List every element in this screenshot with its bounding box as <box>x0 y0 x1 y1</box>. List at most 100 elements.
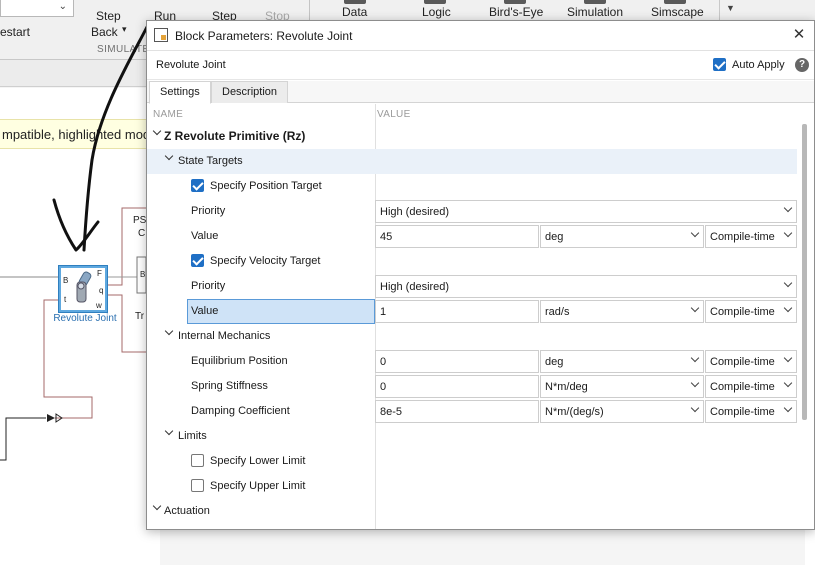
internal-mechanics-label: Internal Mechanics <box>178 330 271 342</box>
damping-unit-select[interactable]: N*m/(deg/s) <box>540 400 704 423</box>
specify-lower-limit-checkbox[interactable] <box>191 454 204 467</box>
close-icon[interactable]: ✕ <box>790 26 808 44</box>
velocity-priority-select[interactable]: High (desired) <box>375 275 797 298</box>
step-back-button[interactable]: Step <box>96 9 121 23</box>
specify-upper-limit-row: Specify Upper Limit <box>147 474 797 499</box>
chevron-down-icon[interactable] <box>151 126 163 139</box>
position-value-input[interactable]: 45 <box>375 225 539 248</box>
equilibrium-mode-value: Compile-time <box>710 356 775 368</box>
step-back-button-label[interactable]: Back <box>91 25 118 39</box>
help-icon[interactable]: ? <box>795 58 809 72</box>
app-simscape[interactable]: Simscape <box>651 5 704 19</box>
specify-velocity-target-label: Specify Velocity Target <box>210 255 321 267</box>
damping-coefficient-input[interactable]: 8e-5 <box>375 400 539 423</box>
app-logic[interactable]: Logic <box>422 5 451 19</box>
equilibrium-mode-select[interactable]: Compile-time <box>705 350 797 373</box>
equilibrium-position-row: Equilibrium Position 0 deg Compile-time <box>147 349 797 374</box>
dialog-title: Block Parameters: Revolute Joint <box>175 29 353 43</box>
app-birds-eye[interactable]: Bird's-Eye <box>489 5 543 19</box>
data-app-icon <box>344 0 366 4</box>
damping-coefficient-label: Damping Coefficient <box>191 405 290 417</box>
auto-apply-check-icon[interactable] <box>713 58 726 71</box>
ps-block-text: PS <box>133 215 147 226</box>
chevron-down-icon <box>783 230 793 240</box>
specify-position-target-checkbox[interactable] <box>191 179 204 192</box>
block-port-t: t <box>64 295 67 304</box>
ps-block-text-3: Tr <box>135 311 145 322</box>
velocity-priority-value: High (desired) <box>380 281 450 293</box>
section-z-revolute-primitive[interactable]: Z Revolute Primitive (Rz) <box>147 124 797 149</box>
position-mode-value: Compile-time <box>710 231 775 243</box>
tab-settings[interactable]: Settings <box>149 81 211 104</box>
velocity-priority-row: Priority High (desired) <box>147 274 797 299</box>
apps-more-button[interactable]: ▼ <box>719 0 741 20</box>
simulate-section-label: SIMULATE <box>97 44 150 55</box>
dialog-titlebar[interactable]: Block Parameters: Revolute Joint ✕ <box>147 21 814 51</box>
primitive-section-label: Z Revolute Primitive (Rz) <box>164 129 306 143</box>
equilibrium-unit-value: deg <box>545 356 564 368</box>
spring-mode-select[interactable]: Compile-time <box>705 375 797 398</box>
simscape-app-icon <box>664 0 686 4</box>
damping-mode-select[interactable]: Compile-time <box>705 400 797 423</box>
spring-unit-select[interactable]: N*m/deg <box>540 375 704 398</box>
app-simulation[interactable]: Simulation <box>567 5 623 19</box>
section-state-targets[interactable]: State Targets <box>147 149 797 174</box>
velocity-mode-value: Compile-time <box>710 306 775 318</box>
actuation-label: Actuation <box>164 505 210 517</box>
dialog-header: Revolute Joint Auto Apply ? <box>147 52 814 80</box>
section-actuation[interactable]: Actuation <box>147 499 797 524</box>
step-back-dropdown-icon[interactable]: ▾ <box>122 24 127 35</box>
chevron-down-icon <box>690 355 700 365</box>
specify-lower-limit-label: Specify Lower Limit <box>210 455 306 467</box>
model-canvas[interactable] <box>0 88 160 565</box>
chevron-down-icon <box>783 280 793 290</box>
column-header-name: NAME <box>153 109 184 120</box>
equilibrium-unit-select[interactable]: deg <box>540 350 704 373</box>
spring-stiffness-input[interactable]: 0 <box>375 375 539 398</box>
table-scrollbar[interactable] <box>802 124 807 420</box>
block-port-f: F <box>97 269 102 278</box>
block-parameters-dialog: Block Parameters: Revolute Joint ✕ Revol… <box>146 20 815 530</box>
limits-label: Limits <box>178 430 207 442</box>
position-unit-select[interactable]: deg <box>540 225 704 248</box>
velocity-value-input[interactable]: 1 <box>375 300 539 323</box>
velocity-value-row: Value 1 rad/s Compile-time <box>147 299 797 324</box>
specify-velocity-target-row: Specify Velocity Target <box>147 249 797 274</box>
chevron-down-icon <box>690 230 700 240</box>
auto-apply-label: Auto Apply <box>732 59 785 71</box>
toolstrip-dropdown[interactable]: ⌄ <box>0 0 74 17</box>
specify-velocity-target-checkbox[interactable] <box>191 254 204 267</box>
app-data[interactable]: Data <box>342 5 367 19</box>
specify-upper-limit-checkbox[interactable] <box>191 479 204 492</box>
section-internal-mechanics[interactable]: Internal Mechanics <box>147 324 797 349</box>
dialog-tabs: Settings Description <box>147 81 814 104</box>
specify-position-target-label: Specify Position Target <box>210 180 322 192</box>
spring-stiffness-row: Spring Stiffness 0 N*m/deg Compile-time <box>147 374 797 399</box>
velocity-mode-select[interactable]: Compile-time <box>705 300 797 323</box>
velocity-value-label[interactable]: Value <box>187 299 375 324</box>
restart-button-label[interactable]: estart <box>0 25 30 39</box>
velocity-unit-select[interactable]: rad/s <box>540 300 704 323</box>
chevron-down-icon[interactable] <box>163 326 175 339</box>
tab-description[interactable]: Description <box>211 81 289 103</box>
spring-unit-value: N*m/deg <box>545 381 588 393</box>
revolute-joint-block[interactable]: B F q t w <box>58 265 108 313</box>
editor-subbar <box>0 60 160 87</box>
column-header-value: VALUE <box>377 109 411 120</box>
chevron-down-icon <box>783 380 793 390</box>
position-mode-select[interactable]: Compile-time <box>705 225 797 248</box>
equilibrium-position-input[interactable]: 0 <box>375 350 539 373</box>
chevron-down-icon[interactable] <box>163 426 175 439</box>
chevron-down-icon[interactable] <box>151 501 163 514</box>
velocity-unit-value: rad/s <box>545 306 570 318</box>
damping-unit-value: N*m/(deg/s) <box>545 406 604 418</box>
apps-gallery: Data Logic Bird's-Eye Simulation Simscap… <box>310 0 815 22</box>
birds-eye-app-icon <box>504 0 526 4</box>
chevron-down-icon <box>783 355 793 365</box>
chevron-down-icon[interactable] <box>163 151 175 164</box>
chevron-down-icon: ⌄ <box>58 1 67 12</box>
revolute-joint-block-label[interactable]: Revolute Joint <box>45 313 125 324</box>
position-value-row: Value 45 deg Compile-time <box>147 224 797 249</box>
position-priority-select[interactable]: High (desired) <box>375 200 797 223</box>
section-limits[interactable]: Limits <box>147 424 797 449</box>
